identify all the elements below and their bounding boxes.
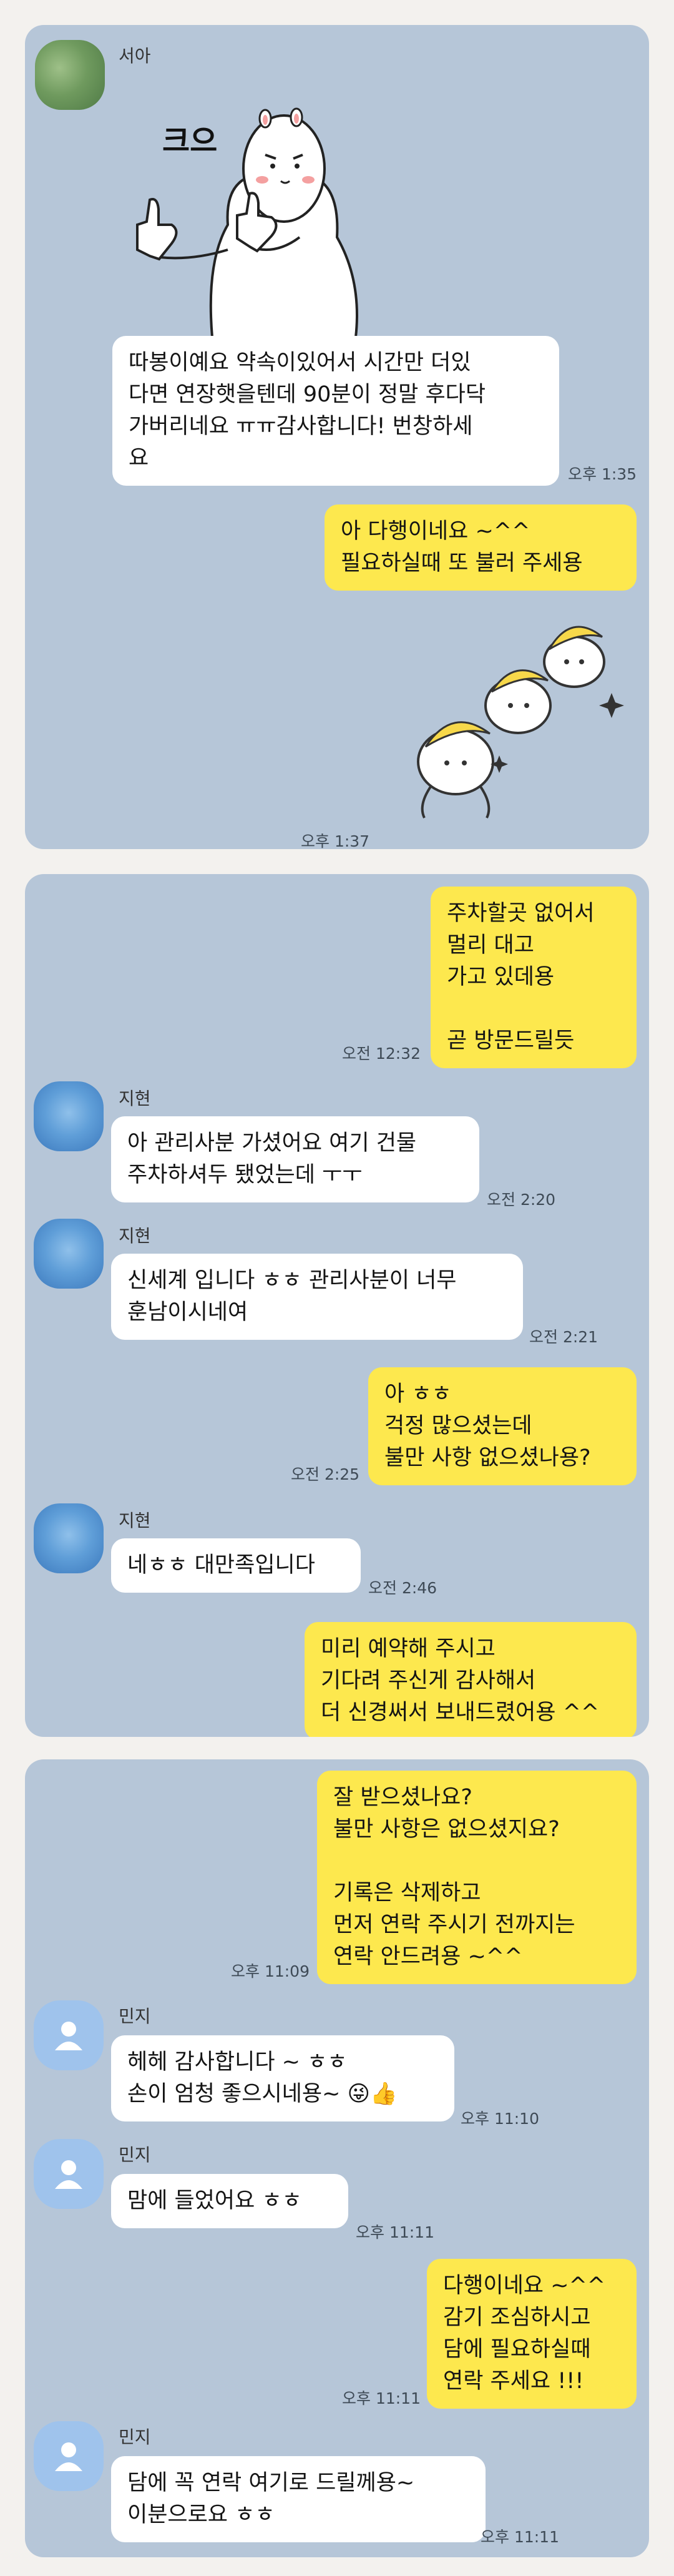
message-line: 불만 사항 없으셨나용? xyxy=(384,1445,591,1470)
sender-avatar[interactable] xyxy=(34,2000,104,2070)
message-line: 네ㅎㅎ 대만족입니다 xyxy=(127,1553,315,1578)
message-bubble[interactable]: 맘에 들었어요 ㅎㅎ xyxy=(111,2174,348,2228)
message-time: 오전 12:32 xyxy=(342,1045,421,1063)
message-time: 오후 11:11 xyxy=(342,2389,421,2407)
sender-avatar[interactable] xyxy=(34,2139,104,2209)
message-line: 따봉이예요 약속이있어서 시간만 더있 xyxy=(129,350,471,375)
message-line: 먼저 연락 주시기 전까지는 xyxy=(333,1912,575,1937)
sender-avatar[interactable] xyxy=(35,40,105,110)
thumbs-up-bear-icon xyxy=(136,107,358,338)
message-time: 오후 11:11 xyxy=(481,2528,559,2546)
message-line: 이분으로요 ㅎㅎ xyxy=(127,2502,275,2527)
sender-name: 민지 xyxy=(119,2427,151,2447)
message-bubble[interactable]: 네ㅎㅎ 대만족입니다 xyxy=(111,1538,361,1593)
message-time: 오후 11:09 xyxy=(231,1962,310,1980)
message-bubble[interactable]: 아 다행이네요 ~^^ 필요하실때 또 불러 주세용 xyxy=(325,504,637,591)
message-line: 손이 엄청 좋으시네용~ 😜👍 xyxy=(127,2082,398,2107)
message-bubble[interactable]: 담에 꼭 연락 여기로 드릴께용~ 이분으로요 ㅎㅎ xyxy=(111,2456,486,2542)
message-time: 오후 1:35 xyxy=(568,465,637,483)
message-bubble[interactable]: 신세계 입니다 ㅎㅎ 관리사분이 너무 훈남이시네여 xyxy=(111,1254,523,1340)
sender-avatar[interactable] xyxy=(34,1219,104,1289)
message-line: 기다려 주신게 감사해서 xyxy=(321,1668,536,1693)
message-line: 맘에 들었어요 ㅎㅎ xyxy=(127,2188,302,2213)
sender-name: 민지 xyxy=(119,2145,151,2165)
message-line xyxy=(333,1846,620,1877)
message-time: 오후 11:10 xyxy=(461,2110,539,2128)
message-line: 잘 받으셨나요? xyxy=(333,1785,472,1810)
message-time: 오전 2:25 xyxy=(291,1465,360,1483)
message-time: 오후 11:11 xyxy=(356,2223,434,2241)
default-person-icon xyxy=(55,2442,82,2471)
sticker-caption: 크으 xyxy=(162,124,218,159)
message-line: 아 관리사분 가셨어요 여기 건물 xyxy=(127,1131,417,1156)
message-time: 오전 2:46 xyxy=(368,1579,437,1597)
message-bubble[interactable]: 헤헤 감사합니다 ~ ㅎㅎ 손이 엄청 좋으시네용~ 😜👍 xyxy=(111,2035,454,2121)
message-bubble[interactable]: 주차할곳 없어서 멀리 대고 가고 있데용 곧 방문드릴듯 xyxy=(431,887,637,1068)
message-bubble[interactable]: 잘 받으셨나요? 불만 사항은 없으셨지요? 기록은 삭제하고 먼저 연락 주시… xyxy=(317,1771,637,1984)
message-bubble[interactable]: 따봉이예요 약속이있어서 시간만 더있 다면 연장햇을텐데 90분이 정말 후다… xyxy=(112,336,559,486)
chat-panel-3: 잘 받으셨나요? 불만 사항은 없으셨지요? 기록은 삭제하고 먼저 연락 주시… xyxy=(25,1759,649,2557)
message-bubble[interactable]: 다행이네요 ~^^ 감기 조심하시고 담에 필요하실때 연락 주세요 !!! xyxy=(427,2259,637,2409)
banana-hat-characters-icon xyxy=(417,626,624,819)
message-line: 멀리 대고 xyxy=(447,933,534,958)
banana-hat-characters-sticker[interactable] xyxy=(393,599,637,837)
message-line: 담에 꼭 연락 여기로 드릴께용~ xyxy=(127,2470,415,2495)
message-line: 미리 예약해 주시고 xyxy=(321,1636,496,1661)
message-line: 감기 조심하시고 xyxy=(443,2305,591,2330)
message-line: 아 다행이네요 ~^^ xyxy=(341,519,530,544)
default-person-icon xyxy=(55,2022,82,2050)
message-bubble[interactable]: 아 ㅎㅎ 걱정 많으셨는데 불만 사항 없으셨나용? xyxy=(368,1367,637,1485)
message-line: 주차하셔두 됐었는데 ㅜㅜ xyxy=(127,1163,363,1187)
default-person-icon xyxy=(55,2160,82,2189)
message-line: 불만 사항은 없으셨지요? xyxy=(333,1817,560,1842)
message-line: 곧 방문드릴듯 xyxy=(447,1028,575,1053)
message-line: 담에 필요하실때 xyxy=(443,2337,591,2362)
message-bubble[interactable]: 미리 예약해 주시고 기다려 주신게 감사해서 더 신경써서 보내드렸어용 ^^ xyxy=(305,1622,637,1737)
sender-name: 지현 xyxy=(119,1510,151,1531)
message-line: 아 ㅎㅎ xyxy=(384,1382,452,1407)
message-bubble[interactable]: 아 관리사분 가셨어요 여기 건물 주차하셔두 됐었는데 ㅜㅜ xyxy=(111,1116,479,1202)
message-line: 가버리네요 ㅠㅠ감사합니다! 번창하세 xyxy=(129,414,473,439)
message-line xyxy=(447,993,620,1025)
chat-panel-1: 서아 크으 따봉이예요 약속이있어서 시간만 더있 다면 연장햇을텐데 90분이… xyxy=(25,25,649,849)
message-line: 연락 안드려용 ~^^ xyxy=(333,1944,523,1969)
message-line: 요 xyxy=(129,446,149,471)
sender-avatar[interactable] xyxy=(34,1503,104,1573)
message-line: 신세계 입니다 ㅎㅎ 관리사분이 너무 xyxy=(127,1268,457,1293)
message-line: 필요하실때 또 불러 주세용 xyxy=(341,551,583,576)
sender-name: 지현 xyxy=(119,1226,151,1246)
sender-name: 민지 xyxy=(119,2006,151,2027)
message-line: 훈남이시네여 xyxy=(127,1300,248,1325)
message-line: 헤헤 감사합니다 ~ ㅎㅎ xyxy=(127,2050,348,2075)
message-time: 오전 2:20 xyxy=(487,1191,556,1209)
sender-name: 서아 xyxy=(119,46,151,66)
sender-avatar[interactable] xyxy=(34,1081,104,1151)
thumbs-up-bear-sticker[interactable]: 크으 xyxy=(112,75,399,362)
sender-name: 지현 xyxy=(119,1088,151,1109)
sender-avatar[interactable] xyxy=(34,2421,104,2491)
message-time: 오후 1:37 xyxy=(301,832,370,849)
chat-panel-2: 주차할곳 없어서 멀리 대고 가고 있데용 곧 방문드릴듯 오전 12:32 지… xyxy=(25,874,649,1737)
message-line: 기록은 삭제하고 xyxy=(333,1880,481,1905)
message-line: 걱정 많으셨는데 xyxy=(384,1413,532,1438)
message-line: 연락 주세요 !!! xyxy=(443,2369,584,2394)
message-line: 가고 있데용 xyxy=(447,965,555,990)
message-line: 다면 연장햇을텐데 90분이 정말 후다닥 xyxy=(129,382,486,407)
message-line: 다행이네요 ~^^ xyxy=(443,2273,606,2298)
message-time: 오전 2:21 xyxy=(529,1328,598,1346)
message-line: 더 신경써서 보내드렸어용 ^^ xyxy=(321,1700,600,1725)
message-line: 주차할곳 없어서 xyxy=(447,901,595,926)
